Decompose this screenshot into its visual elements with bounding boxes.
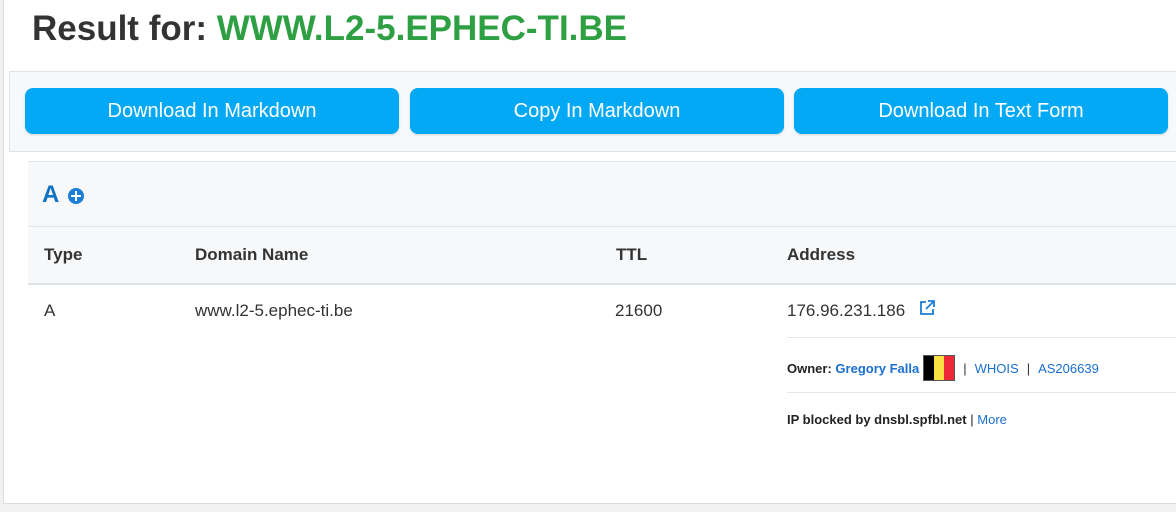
asn-link[interactable]: AS206639 <box>1038 361 1099 376</box>
more-link[interactable]: More <box>977 412 1007 427</box>
separator: | <box>1026 360 1031 376</box>
section-header: A <box>28 161 1176 227</box>
external-link-icon[interactable] <box>918 299 936 317</box>
cell-ttl: 21600 <box>615 301 663 320</box>
title-domain: WWW.L2-5.EPHEC-TI.BE <box>216 9 628 48</box>
download-markdown-button[interactable]: Download In Markdown <box>25 88 399 134</box>
divider <box>787 337 1176 338</box>
cell-domain-name: www.l2-5.ephec-ti.be <box>195 301 353 320</box>
owner-label: Owner: <box>787 360 832 376</box>
column-header-domain-name: Domain Name <box>195 245 309 264</box>
divider <box>787 392 1176 393</box>
plus-circle-icon[interactable] <box>68 188 84 204</box>
separator: | <box>963 360 967 376</box>
cell-address: 176.96.231.186 <box>787 301 906 320</box>
blocklist-info: IP blocked by dnsbl.spfbl.net | More <box>787 412 1007 427</box>
separator: | <box>970 412 974 427</box>
column-header-type: Type <box>44 245 83 264</box>
cell-type: A <box>44 301 56 320</box>
whois-link[interactable]: WHOIS <box>975 361 1019 376</box>
owner-name-link[interactable]: Gregory Falla <box>835 361 919 376</box>
export-toolbar: Download In Markdown Copy In Markdown Do… <box>9 71 1176 152</box>
a-record-section: A Type Domain Name TTL Address A www.l2-… <box>28 161 1176 461</box>
copy-markdown-button[interactable]: Copy In Markdown <box>410 88 784 134</box>
column-header-ttl: TTL <box>616 245 648 264</box>
download-text-button[interactable]: Download In Text Form <box>794 88 1168 134</box>
column-header-address: Address <box>787 245 856 264</box>
belgium-flag-icon <box>923 355 956 381</box>
title-prefix: Result for: <box>32 9 207 48</box>
blocklist-text: IP blocked by dnsbl.spfbl.net <box>787 412 967 427</box>
page-title: Result for: WWW.L2-5.EPHEC-TI.BE <box>32 9 627 49</box>
section-title: A <box>42 181 60 208</box>
owner-info: Owner: Gregory Falla | WHOIS | AS206639 <box>787 355 1099 381</box>
table-header: Type Domain Name TTL Address <box>28 226 1176 285</box>
